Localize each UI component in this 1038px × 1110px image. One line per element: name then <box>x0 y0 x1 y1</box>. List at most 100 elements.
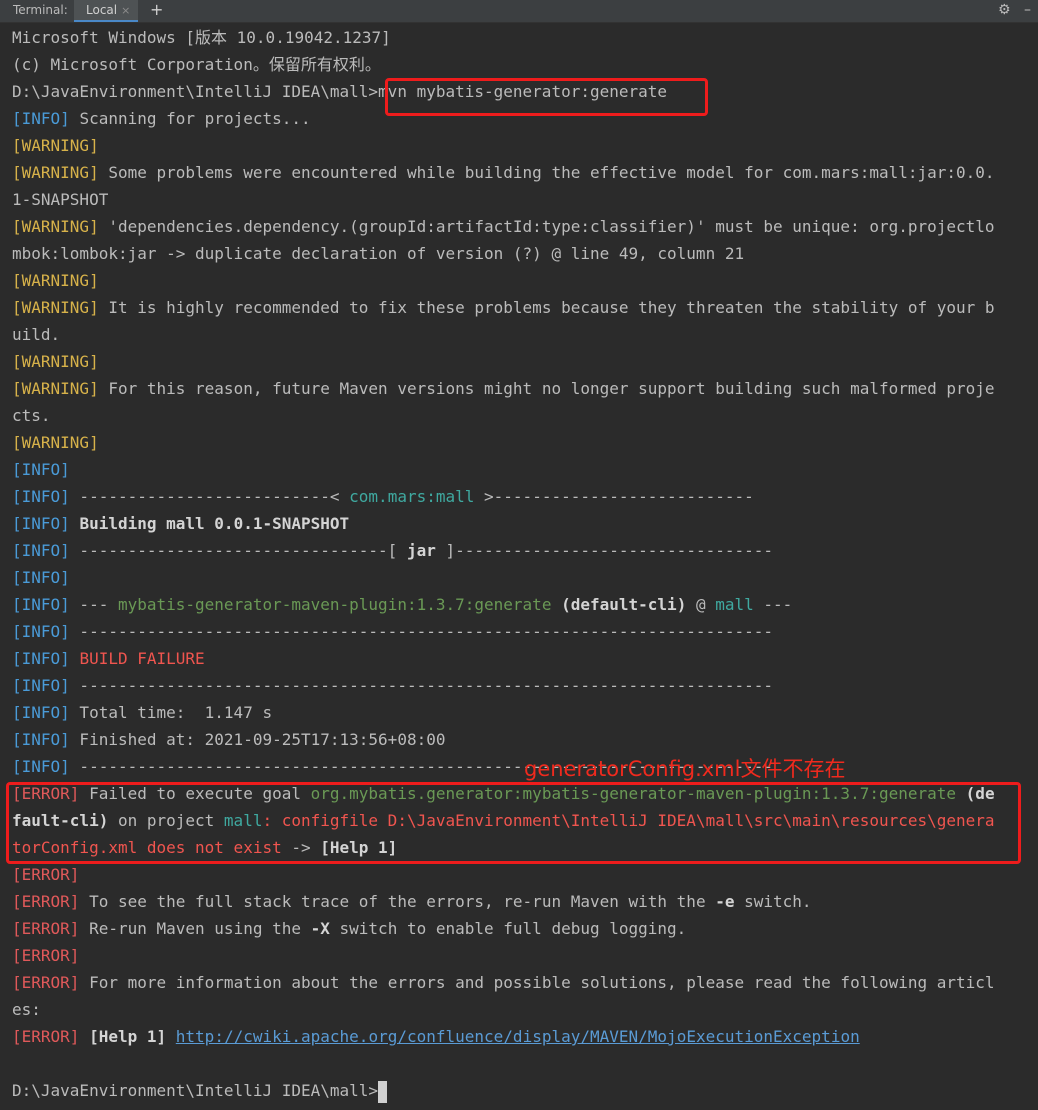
terminal-text: mbok:lombok:jar -> duplicate declaration… <box>12 244 745 263</box>
terminal-text: cts. <box>12 406 51 425</box>
help-link[interactable]: http://cwiki.apache.org/confluence/displ… <box>176 1027 860 1046</box>
terminal-text: [INFO] <box>12 622 70 641</box>
terminal-text: Microsoft Windows [版本 10.0.19042.1237] <box>12 28 391 47</box>
terminal-text: For this reason, future Maven versions m… <box>98 379 995 398</box>
terminal-text: [INFO] <box>12 487 70 506</box>
tab-local[interactable]: Local × <box>74 0 139 22</box>
terminal-text: [WARNING] <box>12 298 99 317</box>
terminal-text: [INFO] <box>12 649 70 668</box>
terminal-text: [ERROR] <box>12 1027 80 1046</box>
terminal-text: ----------------------------------------… <box>69 622 773 641</box>
terminal-title: Terminal: <box>13 3 68 17</box>
terminal-text: INFO <box>21 109 61 128</box>
terminal-text: [WARNING] <box>12 379 99 398</box>
terminal-text: [WARNING] <box>12 217 99 236</box>
terminal-output[interactable]: Microsoft Windows [版本 10.0.19042.1237] (c… <box>12 24 1034 1104</box>
terminal-text: mybatis-generator-maven-plugin:1.3.7:gen… <box>117 595 552 614</box>
terminal-text: jar <box>406 541 436 560</box>
terminal-line: D:\JavaEnvironment\IntelliJ IDEA\mall> <box>12 1077 1034 1104</box>
terminal-text: [ <box>12 109 22 128</box>
terminal-text: @ <box>686 595 716 614</box>
terminal-line: [INFO] Building mall 0.0.1-SNAPSHOT <box>12 510 1034 537</box>
terminal-line: [INFO] --------------------------------[… <box>12 537 1034 564</box>
terminal-text: [WARNING] <box>12 136 99 155</box>
terminal-line: [INFO] --- mybatis-generator-maven-plugi… <box>12 591 1034 618</box>
terminal-text: BUILD FAILURE <box>79 649 205 668</box>
terminal-text: It is highly recommended to fix these pr… <box>98 298 995 317</box>
terminal-line: [WARNING] <box>12 348 1034 375</box>
terminal-text: [WARNING] <box>12 433 99 452</box>
terminal-text: ] <box>60 109 70 128</box>
terminal-line: [INFO] <box>12 456 1034 483</box>
minimize-icon[interactable]: – <box>1024 1 1031 19</box>
terminal-tabbar: Terminal: Local × + ⚙ – <box>0 0 1038 23</box>
terminal-line: [ERROR] To see the full stack trace of t… <box>12 888 1034 915</box>
terminal-line: [WARNING] <box>12 429 1034 456</box>
highlight-error-box <box>6 782 1021 864</box>
terminal-text: [ERROR] <box>12 946 80 965</box>
terminal-text: 1-SNAPSHOT <box>12 190 109 209</box>
terminal-line: [INFO] ---------------------------------… <box>12 672 1034 699</box>
terminal-text: --- <box>69 595 118 614</box>
terminal-text: Re-run Maven using the <box>79 919 311 938</box>
terminal-text: [ERROR] <box>12 973 80 992</box>
terminal-text: Some problems were encountered while bui… <box>98 163 995 182</box>
terminal-line: 1-SNAPSHOT <box>12 186 1034 213</box>
terminal-line: [WARNING] 'dependencies.dependency.(grou… <box>12 213 1034 240</box>
terminal-text: Finished at: 2021-09-25T17:13:56+08:00 <box>69 730 446 749</box>
annotation-label: generatorConfig.xml文件不存在 <box>524 757 846 781</box>
terminal-text: [ERROR] <box>12 865 80 884</box>
terminal-text: (default-cli) <box>561 595 687 614</box>
terminal-text: D:\JavaEnvironment\IntelliJ IDEA\mall> <box>12 1081 379 1100</box>
terminal-line: [WARNING] <box>12 132 1034 159</box>
terminal-text: es: <box>12 1000 41 1019</box>
terminal-line: [INFO] BUILD FAILURE <box>12 645 1034 672</box>
terminal-cursor <box>378 1080 388 1103</box>
terminal-text: [INFO] <box>12 676 70 695</box>
terminal-line: [WARNING] <box>12 267 1034 294</box>
terminal-text: ]--------------------------------- <box>435 541 774 560</box>
terminal-line: Microsoft Windows [版本 10.0.19042.1237] <box>12 24 1034 51</box>
terminal-text: mall <box>715 595 754 614</box>
terminal-line: [INFO] ---------------------------------… <box>12 618 1034 645</box>
terminal-line: mbok:lombok:jar -> duplicate declaration… <box>12 240 1034 267</box>
terminal-text: uild. <box>12 325 61 344</box>
terminal-text: [INFO] <box>12 757 70 776</box>
terminal-text: Building mall 0.0.1-SNAPSHOT <box>79 514 350 533</box>
terminal-line: [ERROR] For more information about the e… <box>12 969 1034 996</box>
terminal-line: [ERROR] Re-run Maven using the -X switch… <box>12 915 1034 942</box>
gear-icon[interactable]: ⚙ <box>998 1 1011 19</box>
terminal-text: [INFO] <box>12 595 70 614</box>
terminal-text: [INFO] <box>12 514 70 533</box>
terminal-text: switch. <box>734 892 812 911</box>
terminal-line: [INFO] --------------------------< com.m… <box>12 483 1034 510</box>
terminal-text: switch to enable full debug logging. <box>329 919 687 938</box>
terminal-line: [INFO] Total time: 1.147 s <box>12 699 1034 726</box>
terminal-text: Total time: 1.147 s <box>69 703 273 722</box>
terminal-text: >--------------------------- <box>474 487 754 506</box>
terminal-text: [INFO] <box>12 541 70 560</box>
terminal-text: [INFO] <box>12 730 70 749</box>
terminal-text: --------------------------------[ <box>69 541 407 560</box>
close-icon[interactable]: × <box>121 4 130 17</box>
terminal-text: ----------------------------------------… <box>69 676 773 695</box>
terminal-line: [INFO] <box>12 564 1034 591</box>
terminal-line: [INFO] ---------------------------------… <box>12 753 1034 780</box>
terminal-text: [INFO] <box>12 703 70 722</box>
terminal-line: cts. <box>12 402 1034 429</box>
terminal-text: [WARNING] <box>12 163 99 182</box>
terminal-line: [WARNING] For this reason, future Maven … <box>12 375 1034 402</box>
terminal-line: [INFO] Finished at: 2021-09-25T17:13:56+… <box>12 726 1034 753</box>
terminal-line: [ERROR] <box>12 942 1034 969</box>
add-tab-icon[interactable]: + <box>150 0 163 20</box>
terminal-line: es: <box>12 996 1034 1023</box>
terminal-line: uild. <box>12 321 1034 348</box>
terminal-line: [WARNING] Some problems were encountered… <box>12 159 1034 186</box>
terminal-text: [INFO] <box>12 568 70 587</box>
terminal-line: [ERROR] [Help 1] http://cwiki.apache.org… <box>12 1023 1034 1050</box>
